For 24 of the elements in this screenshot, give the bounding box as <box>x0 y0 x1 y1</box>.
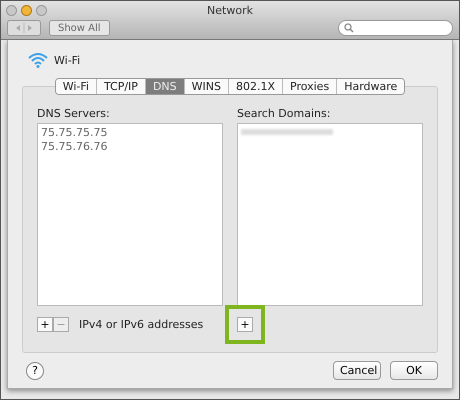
ok-button[interactable]: OK <box>390 361 438 380</box>
show-all-button[interactable]: Show All <box>49 20 110 36</box>
tab[interactable]: DNS <box>146 79 185 94</box>
minimize-icon[interactable] <box>21 5 32 16</box>
search-field[interactable] <box>338 20 453 36</box>
dns-server-entry[interactable]: 75.75.75.75 <box>41 126 219 140</box>
dns-server-entry[interactable]: 75.75.76.76 <box>41 140 219 154</box>
dns-servers-label: DNS Servers: <box>37 107 111 120</box>
dns-servers-list[interactable]: 75.75.75.75 75.75.76.76 <box>37 123 223 306</box>
window-title: Network <box>207 3 253 17</box>
close-icon[interactable] <box>6 5 17 16</box>
add-button[interactable]: + <box>37 316 53 332</box>
help-button[interactable]: ? <box>26 362 44 380</box>
zoom-icon[interactable] <box>36 5 47 16</box>
service-name: Wi-Fi <box>54 54 80 66</box>
search-domains-list[interactable] <box>237 123 423 306</box>
cancel-button[interactable]: Cancel <box>333 361 381 380</box>
search-icon <box>344 23 354 33</box>
tab[interactable]: Wi-Fi <box>56 79 97 94</box>
address-hint: IPv4 or IPv6 addresses <box>79 318 204 330</box>
search-domains-label: Search Domains: <box>237 107 332 120</box>
wifi-icon <box>28 52 48 68</box>
back-forward-control[interactable] <box>7 20 41 36</box>
add-button[interactable]: + <box>237 316 253 332</box>
